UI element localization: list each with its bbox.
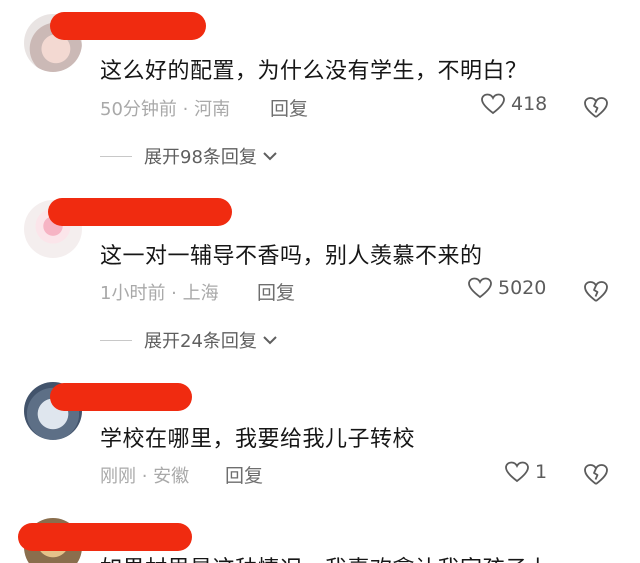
broken-heart-icon <box>583 280 609 304</box>
comment-item: 这一对一辅导不香吗，别人羡慕不来的 1小时前 · 上海 回复 5020 展开24… <box>0 185 640 365</box>
expand-replies-label: 展开24条回复 <box>144 331 257 352</box>
divider <box>100 339 132 341</box>
comment-text: 这一对一辅导不香吗，别人羡慕不来的 <box>100 244 483 269</box>
chevron-down-icon <box>261 331 279 350</box>
like-button[interactable]: 418 <box>481 93 547 115</box>
comment-item: 如果村里是这种情况，我喜欢拿让我家孩子上 <box>0 515 640 563</box>
comment-meta: 刚刚 · 安徽 <box>100 466 190 487</box>
reply-button[interactable]: 回复 <box>225 461 263 488</box>
heart-outline-icon <box>468 277 492 299</box>
dislike-button[interactable] <box>583 463 609 487</box>
like-count: 418 <box>511 93 548 115</box>
comment-text: 这么好的配置，为什么没有学生，不明白？ <box>100 59 528 84</box>
username-redaction <box>50 383 192 411</box>
comment-item: 学校在哪里，我要给我儿子转校 刚刚 · 安徽 回复 1 <box>0 365 640 515</box>
like-count: 1 <box>535 461 548 483</box>
reply-button[interactable]: 回复 <box>257 278 295 305</box>
broken-heart-icon <box>583 463 609 487</box>
chevron-down-icon <box>261 147 279 166</box>
username-redaction <box>18 523 192 551</box>
comment-text: 学校在哪里，我要给我儿子转校 <box>100 427 416 452</box>
like-button[interactable]: 1 <box>505 461 547 483</box>
expand-replies[interactable]: 展开24条回复 <box>100 327 279 353</box>
comment-item: 这么好的配置，为什么没有学生，不明白？ 50分钟前 · 河南 回复 418 展开… <box>0 0 640 185</box>
comment-text: 如果村里是这种情况，我喜欢拿让我家孩子上 <box>100 551 550 563</box>
broken-heart-icon <box>583 96 609 120</box>
comment-meta: 1小时前 · 上海 <box>100 283 219 304</box>
dislike-button[interactable] <box>583 280 609 304</box>
dislike-button[interactable] <box>583 96 609 120</box>
heart-outline-icon <box>505 461 529 483</box>
comment-meta: 50分钟前 · 河南 <box>100 99 231 120</box>
expand-replies-label: 展开98条回复 <box>144 147 257 168</box>
username-redaction <box>50 12 206 40</box>
like-button[interactable]: 5020 <box>468 277 546 299</box>
username-redaction <box>48 198 232 226</box>
heart-outline-icon <box>481 93 505 115</box>
expand-replies[interactable]: 展开98条回复 <box>100 143 279 169</box>
reply-button[interactable]: 回复 <box>270 94 308 121</box>
divider <box>100 155 132 157</box>
like-count: 5020 <box>498 277 547 299</box>
